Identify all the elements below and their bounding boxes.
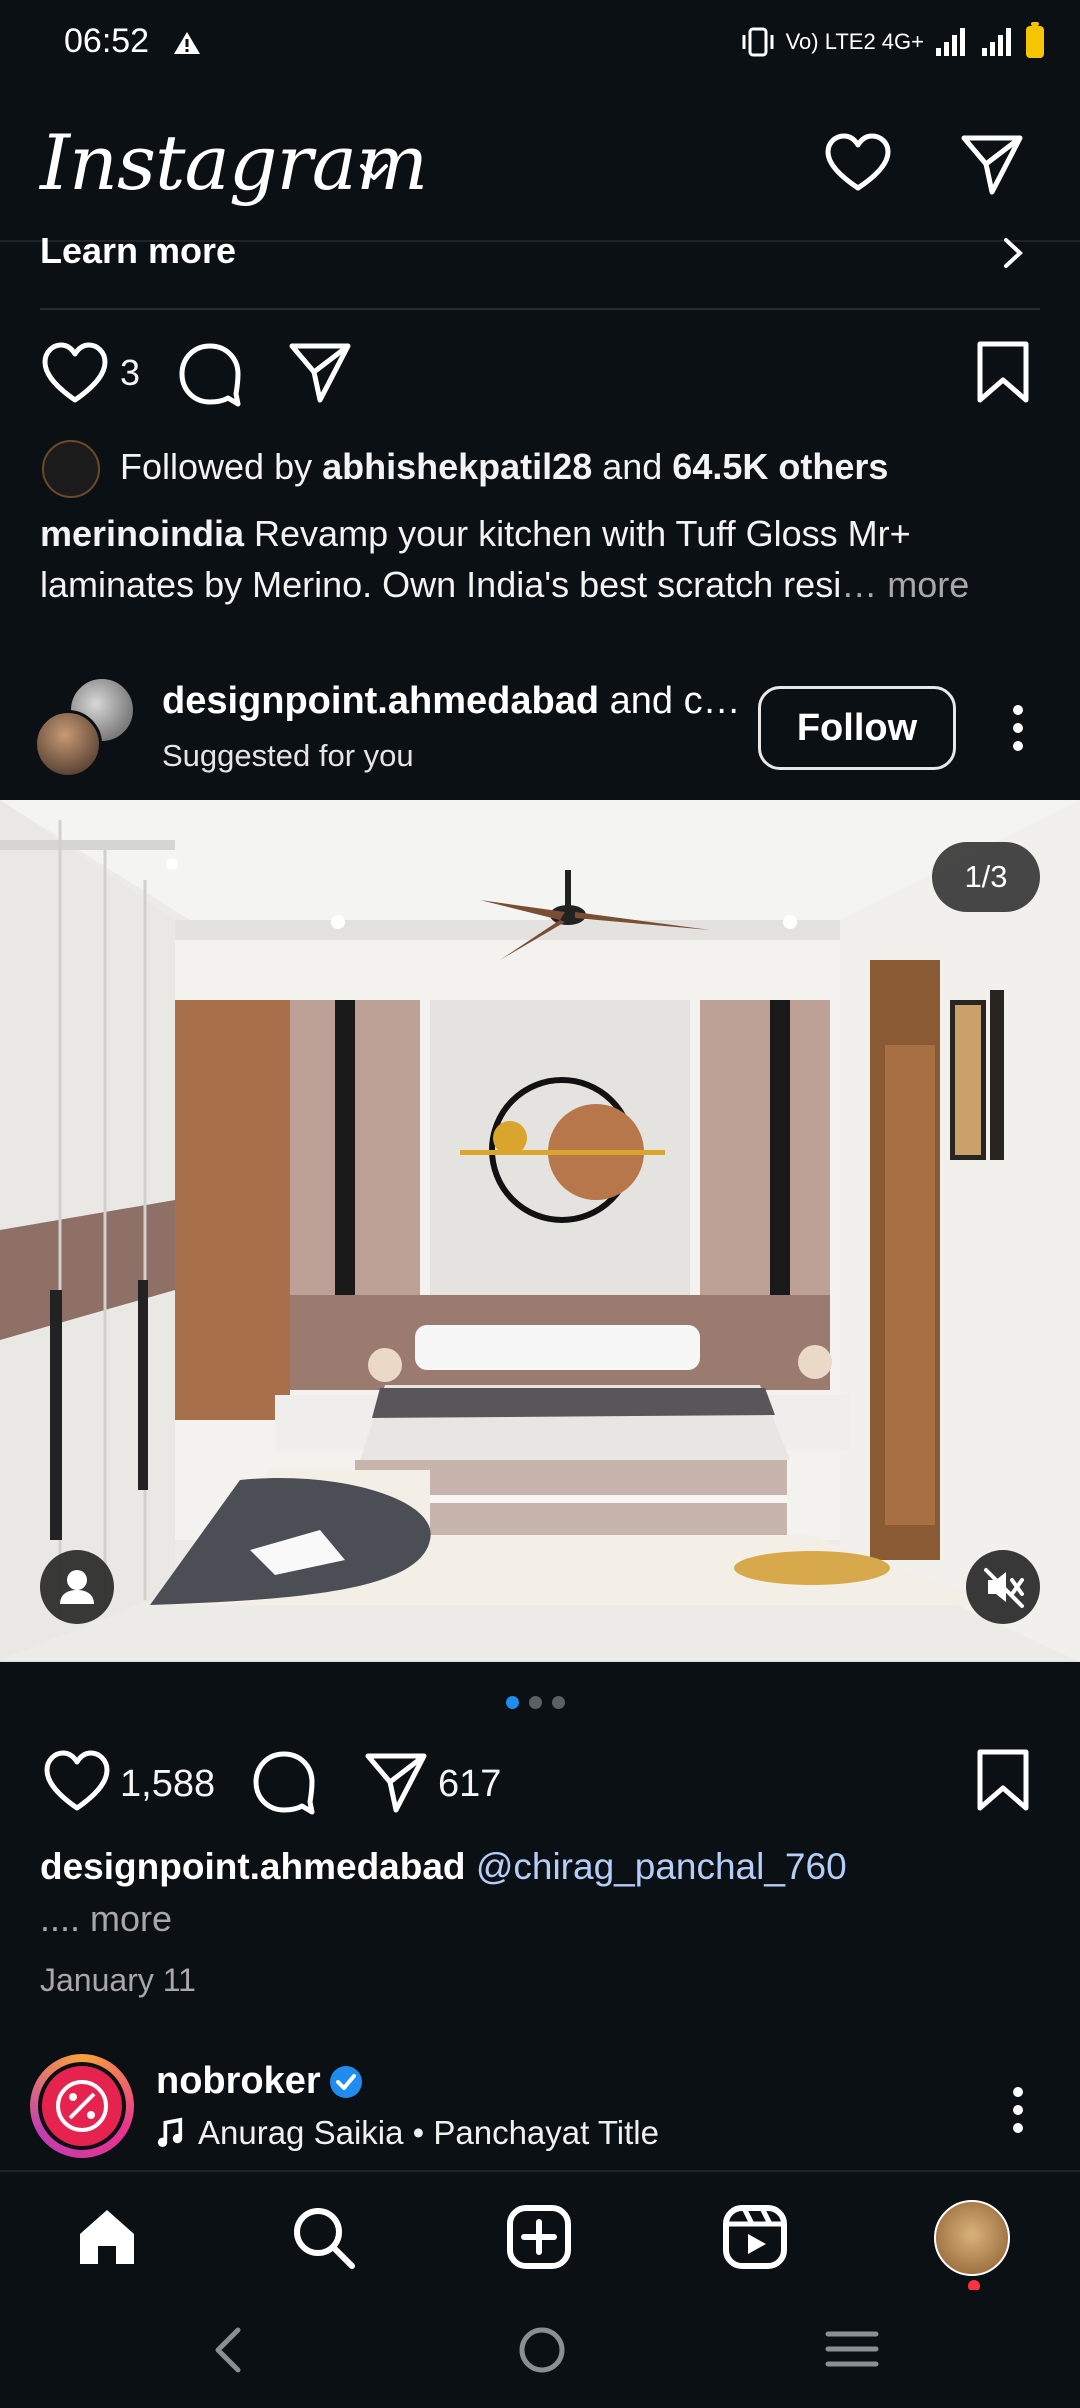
battery-icon — [1026, 22, 1044, 58]
nobroker-avatar[interactable] — [38, 2062, 126, 2150]
like-count[interactable]: 1,588 — [120, 1763, 215, 1806]
chevron-down-icon[interactable] — [356, 160, 392, 184]
ad-caption[interactable]: merinoindia Revamp your kitchen with Tuf… — [40, 508, 1040, 610]
caption-mention[interactable]: @chirag_panchal_760 — [476, 1846, 847, 1887]
mute-icon[interactable] — [966, 1550, 1040, 1624]
post-caption[interactable]: designpoint.ahmedabad @chirag_panchal_76… — [40, 1846, 847, 1888]
suggested-avatars[interactable] — [34, 676, 136, 778]
carousel-dot — [529, 1696, 542, 1709]
home-icon[interactable] — [72, 2202, 142, 2272]
share-icon[interactable] — [362, 1750, 430, 1816]
post-username[interactable]: designpoint.ahmedabad and ch… — [162, 680, 742, 723]
recents-icon[interactable] — [822, 2324, 882, 2374]
more-options-icon[interactable] — [1004, 700, 1032, 756]
like-icon[interactable] — [42, 1748, 112, 1814]
caption-username[interactable]: merinoindia — [40, 513, 244, 554]
chevron-right-icon[interactable] — [998, 236, 1028, 270]
like-icon[interactable] — [40, 340, 110, 406]
cta-divider — [40, 308, 1040, 310]
reels-icon[interactable] — [720, 2202, 790, 2272]
post-image[interactable] — [0, 800, 1080, 1662]
followed-by-user[interactable]: abhishekpatil28 — [322, 446, 592, 487]
share-count[interactable]: 617 — [438, 1763, 501, 1806]
network-label: Vo) LTE2 4G+ — [785, 29, 924, 54]
followed-by-text[interactable]: Followed by abhishekpatil28 and 64.5K ot… — [120, 446, 888, 488]
bookmark-icon[interactable] — [972, 338, 1034, 406]
audio-attribution[interactable]: Anurag Saikia • Panchayat Title — [156, 2114, 659, 2152]
image-counter: 1/3 — [932, 842, 1040, 912]
caption-username[interactable]: designpoint.ahmedabad — [40, 1846, 466, 1887]
send-icon[interactable] — [956, 128, 1028, 200]
profile-avatar[interactable] — [934, 2200, 1010, 2276]
status-time: 06:52 — [64, 22, 150, 60]
followed-by-prefix: Followed by — [120, 446, 323, 487]
alert-icon — [172, 28, 202, 58]
post-username-main[interactable]: designpoint.ahmedabad — [162, 680, 599, 722]
back-icon[interactable] — [208, 2320, 248, 2380]
comment-icon[interactable] — [250, 1748, 318, 1816]
follower-avatar[interactable] — [42, 440, 100, 498]
carousel-dot — [552, 1696, 565, 1709]
follow-button[interactable]: Follow — [758, 686, 956, 770]
heart-icon[interactable] — [822, 128, 894, 200]
bookmark-icon[interactable] — [972, 1746, 1034, 1814]
learn-more-link[interactable]: Learn more — [40, 230, 236, 272]
post-username[interactable]: nobroker — [156, 2060, 321, 2103]
caption-more[interactable]: .... more — [40, 1898, 172, 1940]
verified-badge-icon — [328, 2064, 364, 2100]
tagged-users-icon[interactable] — [40, 1550, 114, 1624]
post-date: January 11 — [40, 1962, 196, 1998]
status-icons: Vo) LTE2 4G+ — [740, 22, 1044, 62]
suggested-label: Suggested for you — [162, 738, 414, 773]
comment-icon[interactable] — [176, 340, 244, 408]
home-circle-icon[interactable] — [512, 2320, 572, 2380]
vibrate-icon — [742, 27, 774, 57]
signal-icon-2 — [982, 28, 1011, 56]
search-icon[interactable] — [288, 2202, 358, 2272]
create-icon[interactable] — [504, 2202, 574, 2272]
signal-icon — [936, 28, 965, 56]
like-count[interactable]: 3 — [120, 352, 140, 394]
audio-label[interactable]: Anurag Saikia • Panchayat Title — [198, 2114, 659, 2152]
music-note-icon — [157, 2117, 183, 2147]
followed-by-mid: and — [592, 446, 673, 487]
carousel-dot — [506, 1696, 519, 1709]
followed-by-others[interactable]: 64.5K others — [672, 446, 888, 487]
post-username-suffix: and ch… — [609, 680, 742, 722]
share-icon[interactable] — [286, 340, 354, 406]
carousel-indicator — [506, 1696, 565, 1710]
more-options-icon[interactable] — [1004, 2082, 1032, 2138]
caption-more[interactable]: … more — [841, 564, 969, 605]
avatar[interactable] — [34, 710, 102, 778]
